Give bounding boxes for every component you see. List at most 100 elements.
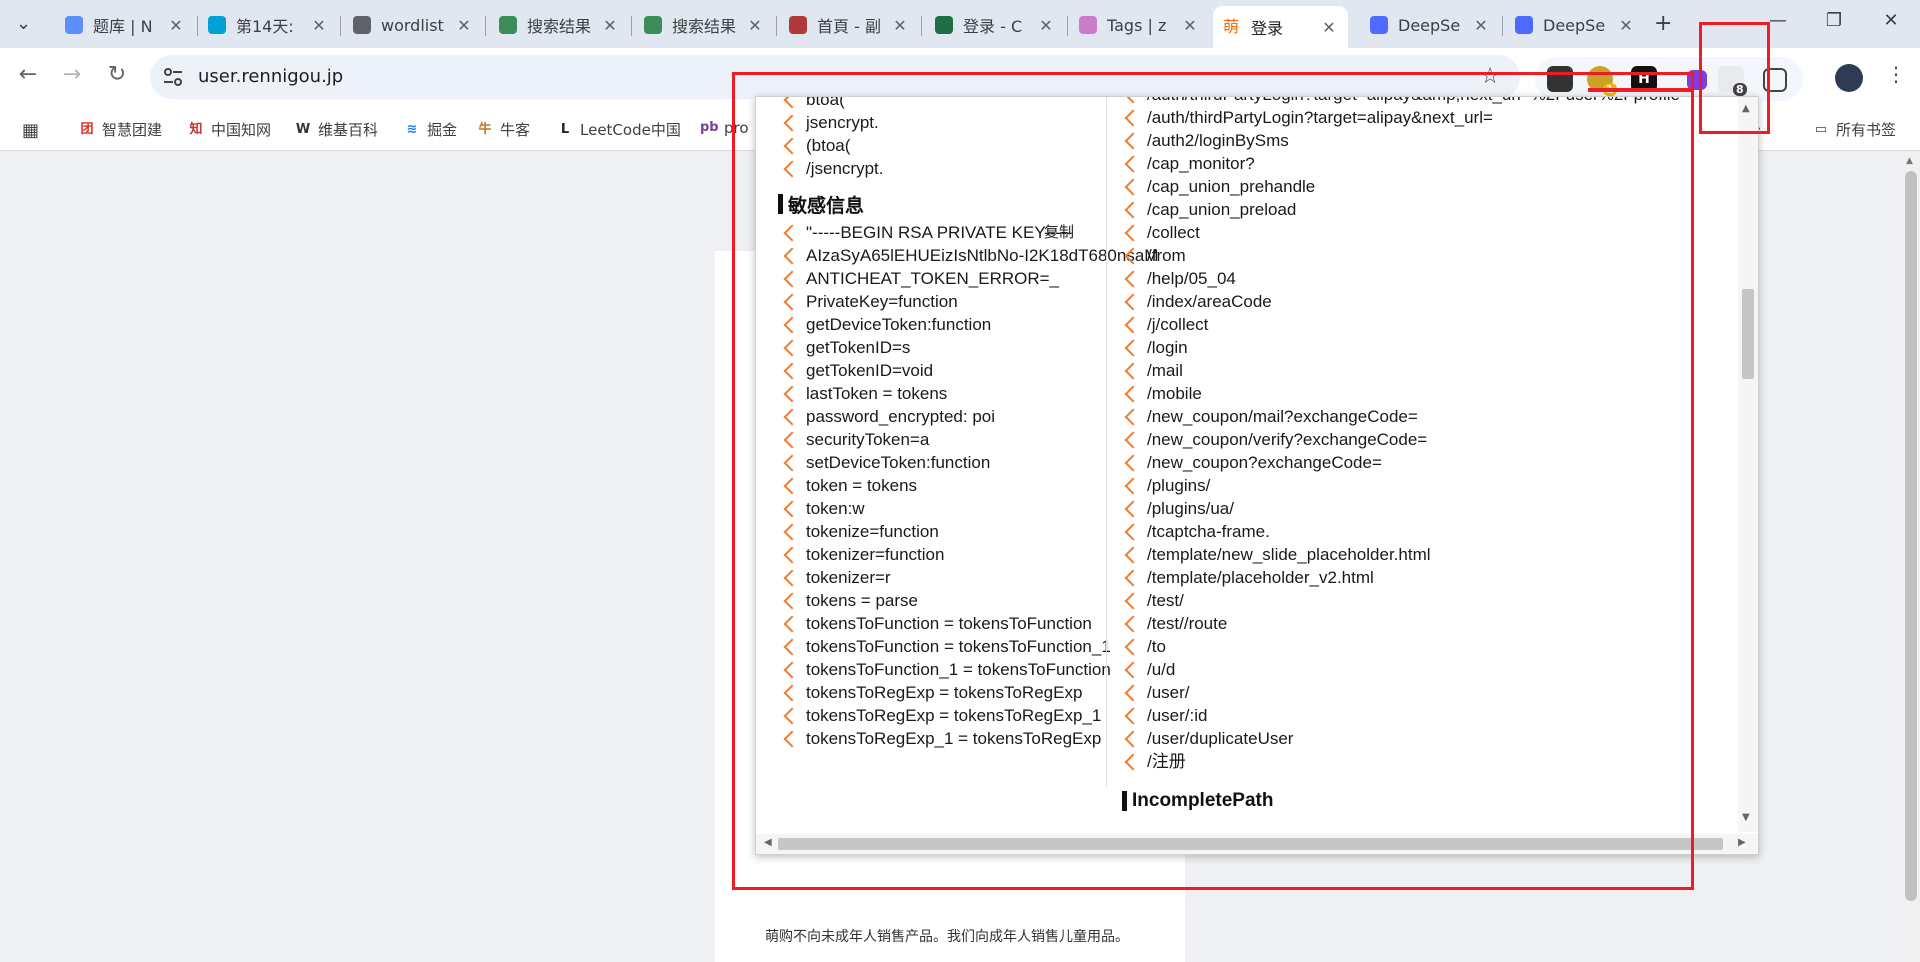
sensitive-row[interactable]: tokens = parse — [778, 589, 1108, 612]
scroll-up-arrow-icon[interactable]: ▲ — [1742, 103, 1750, 114]
tab[interactable]: 搜索结果 ✕ — [634, 8, 774, 42]
menu-dots-icon[interactable]: ⋮ — [1886, 62, 1906, 86]
tab-close-icon[interactable]: ✕ — [891, 16, 909, 35]
address-bar[interactable]: user.rennigou.jp ☆ — [150, 55, 1520, 99]
sensitive-row[interactable]: getTokenID=s — [778, 336, 1108, 359]
sensitive-row[interactable]: getTokenID=void — [778, 359, 1108, 382]
bookmark-item[interactable]: pb pro — [700, 119, 749, 137]
popup-vertical-thumb[interactable] — [1742, 289, 1754, 379]
path-row[interactable]: /cap_union_prehandle — [1119, 175, 1758, 198]
tab-close-icon[interactable]: ✕ — [1181, 16, 1199, 35]
sensitive-row[interactable]: PrivateKey=function — [778, 290, 1108, 313]
tab[interactable]: Tags | z ✕ — [1069, 8, 1209, 42]
tab-search-chevron-icon[interactable]: ⌄ — [16, 13, 31, 34]
path-row[interactable]: /template/new_slide_placeholder.html — [1119, 543, 1758, 566]
path-row[interactable]: /login — [1119, 336, 1758, 359]
bookmark-item[interactable]: L LeetCode中国 — [556, 119, 681, 140]
tab-close-icon[interactable]: ✕ — [1617, 16, 1635, 35]
path-row[interactable]: /template/placeholder_v2.html — [1119, 566, 1758, 589]
path-row[interactable]: /注册 — [1119, 750, 1758, 773]
tab[interactable]: 萌登录 ✕ — [1213, 6, 1348, 48]
sensitive-row[interactable]: token = tokens — [778, 474, 1108, 497]
tab-close-icon[interactable]: ✕ — [455, 16, 473, 35]
result-row[interactable]: /jsencrypt. — [778, 157, 1108, 180]
forward-arrow-icon[interactable]: → — [57, 62, 87, 87]
path-row[interactable]: /auth2/loginBySms — [1119, 129, 1758, 152]
path-row[interactable]: /mail — [1119, 359, 1758, 382]
sensitive-row[interactable]: tokensToRegExp = tokensToRegExp_1 — [778, 704, 1108, 727]
path-row[interactable]: /plugins/ — [1119, 474, 1758, 497]
sensitive-row[interactable]: token:w — [778, 497, 1108, 520]
sensitive-row[interactable]: password_encrypted: poi — [778, 405, 1108, 428]
path-row[interactable]: /new_coupon/verify?exchangeCode= — [1119, 428, 1758, 451]
path-row[interactable]: /index/areaCode — [1119, 290, 1758, 313]
path-row[interactable]: /auth/thirdPartyLogin?target=alipay&amp;… — [1119, 97, 1758, 106]
path-row[interactable]: /tcaptcha-frame. — [1119, 520, 1758, 543]
new-tab-button[interactable]: + — [1654, 11, 1672, 36]
path-row[interactable]: /from — [1119, 244, 1758, 267]
sensitive-row[interactable]: tokensToFunction = tokensToFunction — [778, 612, 1108, 635]
sensitive-row[interactable]: ANTICHEAT_TOKEN_ERROR=_ — [778, 267, 1108, 290]
tab-close-icon[interactable]: ✕ — [310, 16, 328, 35]
path-row[interactable]: /test/ — [1119, 589, 1758, 612]
page-scrollbar[interactable]: ▲ — [1902, 151, 1920, 962]
scroll-down-arrow-icon[interactable]: ▼ — [1742, 812, 1750, 823]
tab[interactable]: 首頁 - 副 ✕ — [779, 8, 919, 42]
tab-close-icon[interactable]: ✕ — [601, 16, 619, 35]
apps-grid-icon[interactable]: ▦ — [22, 120, 39, 141]
minimize-icon[interactable]: — — [1763, 10, 1793, 31]
sensitive-row[interactable]: tokensToRegExp = tokensToRegExp — [778, 681, 1108, 704]
all-bookmarks-folder[interactable]: ▭ 所有书签 — [1812, 119, 1896, 140]
scroll-up-icon[interactable]: ▲ — [1906, 156, 1913, 166]
path-row[interactable]: /j/collect — [1119, 313, 1758, 336]
sensitive-row[interactable]: tokensToFunction = tokensToFunction_1 — [778, 635, 1111, 658]
path-row[interactable]: /to — [1119, 635, 1758, 658]
bookmark-star-icon[interactable]: ☆ — [1480, 64, 1500, 89]
bookmark-item[interactable]: ≋ 掘金 — [403, 119, 457, 140]
popup-vertical-scrollbar[interactable]: ▲ ▼ — [1738, 97, 1758, 832]
path-row[interactable]: /auth/thirdPartyLogin?target=alipay&next… — [1119, 106, 1758, 129]
tab[interactable]: DeepSe ✕ — [1360, 8, 1500, 42]
tab-close-icon[interactable]: ✕ — [1037, 16, 1055, 35]
page-scrollbar-thumb[interactable] — [1905, 171, 1917, 901]
result-row[interactable]: btoa( — [778, 97, 1108, 111]
tab[interactable]: DeepSe ✕ — [1505, 8, 1645, 42]
tab-close-icon[interactable]: ✕ — [1472, 16, 1490, 35]
path-row[interactable]: /mobile — [1119, 382, 1758, 405]
tab-close-icon[interactable]: ✕ — [167, 16, 185, 35]
sensitive-row[interactable]: securityToken=a — [778, 428, 1108, 451]
tab[interactable]: wordlist ✕ — [343, 8, 483, 42]
tab[interactable]: 登录 - C ✕ — [925, 8, 1065, 42]
sensitive-row[interactable]: setDeviceToken:function — [778, 451, 1108, 474]
sensitive-row[interactable]: tokenizer=r — [778, 566, 1108, 589]
tab-close-icon[interactable]: ✕ — [746, 16, 764, 35]
close-window-icon[interactable]: ✕ — [1876, 10, 1906, 31]
path-row[interactable]: /u/d — [1119, 658, 1758, 681]
extension-puzzle-color-icon[interactable] — [1687, 70, 1707, 90]
path-row[interactable]: /test//route — [1119, 612, 1758, 635]
bookmark-item[interactable]: 团智慧团建 — [78, 119, 162, 140]
path-row[interactable]: /cap_union_preload — [1119, 198, 1758, 221]
site-info-icon[interactable] — [160, 64, 186, 90]
reload-icon[interactable]: ↻ — [102, 62, 132, 87]
path-row[interactable]: /collect — [1119, 221, 1758, 244]
copy-button[interactable]: 复制 — [1044, 221, 1074, 242]
tab-close-icon[interactable]: ✕ — [1320, 18, 1338, 37]
tab[interactable]: 题库 | N ✕ — [55, 8, 195, 42]
sensitive-row[interactable]: tokensToFunction_1 = tokensToFunction — [778, 658, 1111, 681]
result-row[interactable]: jsencrypt. — [778, 111, 1108, 134]
tab[interactable]: 第14天: ✕ — [198, 8, 338, 42]
bookmark-item[interactable]: 知中国知网 — [187, 119, 271, 140]
path-row[interactable]: /plugins/ua/ — [1119, 497, 1758, 520]
sensitive-row[interactable]: tokenize=function — [778, 520, 1108, 543]
popup-horizontal-thumb[interactable] — [778, 838, 1723, 850]
sensitive-row[interactable]: lastToken = tokens — [778, 382, 1108, 405]
path-row[interactable]: /new_coupon/mail?exchangeCode= — [1119, 405, 1758, 428]
popup-horizontal-scrollbar[interactable]: ◀ ▶ — [756, 834, 1758, 854]
path-row[interactable]: /help/05_04 — [1119, 267, 1758, 290]
path-row[interactable]: /cap_monitor? — [1119, 152, 1758, 175]
profile-avatar[interactable] — [1835, 64, 1863, 92]
path-row[interactable]: /new_coupon?exchangeCode= — [1119, 451, 1758, 474]
bookmark-item[interactable]: 牛牛客 — [476, 119, 530, 140]
result-row[interactable]: (btoa( — [778, 134, 1108, 157]
